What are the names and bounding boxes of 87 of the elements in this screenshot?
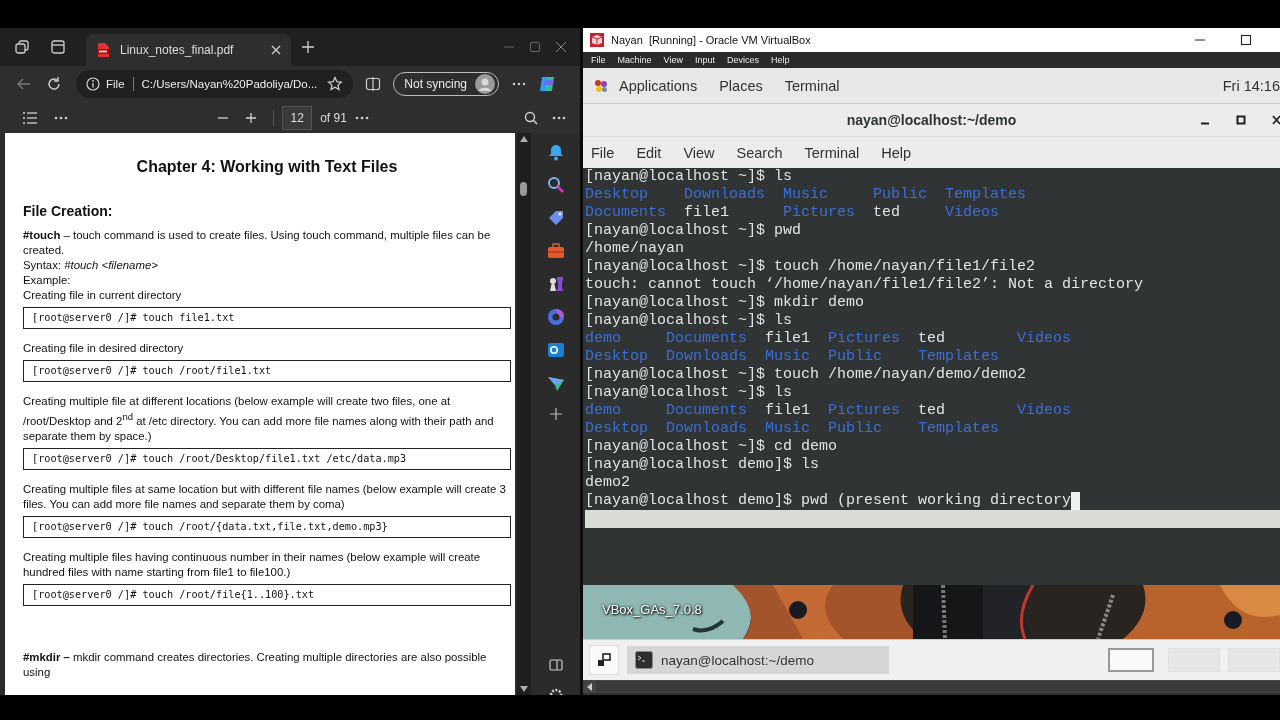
- folder-name: demo: [585, 330, 621, 347]
- section-heading: File Creation:: [23, 204, 114, 219]
- menu-item[interactable]: Help: [770, 55, 790, 65]
- terminal-line: [nayan@localhost ~]$ ls: [585, 312, 793, 330]
- folder-name: Public: [828, 420, 883, 437]
- address-field[interactable]: File C:/Users/Nayan%20Padoliya/Do...: [76, 70, 354, 98]
- folder-name: Music: [783, 186, 829, 203]
- folder-name: Documents: [666, 330, 747, 347]
- paragraph: #mkdir – mkdir command creates directories. Creating multiple directories are also possible using: [23, 649, 488, 680]
- terminal-line: [nayan@localhost demo]$ pwd (present working directory: [585, 492, 1072, 510]
- folder-name: Desktop: [585, 348, 648, 365]
- code-block: [root@server0 /]# touch file1.txt: [23, 307, 511, 329]
- menu-item[interactable]: Applications: [619, 77, 698, 94]
- terminal-line: [nayan@localhost ~]$ pwd: [585, 222, 802, 240]
- terminal-line: [nayan@localhost ~]$ touch /home/nayan/demo/demo2: [585, 366, 1027, 384]
- paragraph: Creating file in current directory: [23, 288, 183, 303]
- menu-item[interactable]: Devices: [726, 55, 759, 65]
- folder-name: Templates: [945, 186, 1027, 203]
- file-name: ted: [918, 402, 946, 419]
- folder-name: Documents: [666, 402, 747, 419]
- terminal-line: touch: cannot touch ‘/home/nayan/file1/file2’: Not a directory: [585, 276, 1144, 294]
- folder-name: Public: [873, 186, 928, 203]
- terminal-line: [nayan@localhost ~]$ mkdir demo: [585, 294, 865, 312]
- page-count: of 91: [320, 110, 347, 125]
- terminal-line: [nayan@localhost ~]$ ls: [585, 168, 793, 186]
- file-name: file1: [684, 204, 730, 221]
- paragraph: Creating multiple files at same location but with different file names (below example will create 3 files. You can add more file names and separate them by coma): [23, 481, 507, 512]
- folder-name: Videos: [945, 204, 1000, 221]
- file-name: ted: [918, 330, 946, 347]
- folder-name: Music: [765, 348, 811, 365]
- page-number-field[interactable]: 12: [282, 105, 313, 130]
- menu-item[interactable]: Terminal: [804, 144, 860, 161]
- paragraph: Syntax: #touch <filename>: [23, 258, 159, 273]
- folder-name: demo: [585, 402, 621, 419]
- folder-name: Videos: [1017, 402, 1072, 419]
- terminal-line: [nayan@localhost ~]$ ls: [585, 384, 793, 402]
- file-name: file1: [765, 330, 811, 347]
- folder-name: Pictures: [828, 330, 901, 347]
- code-block: [root@server0 /]# touch /root/{data.txt,file.txt,demo.mp3}: [23, 515, 511, 538]
- terminal-line: [nayan@localhost ~]$ touch /home/nayan/file1/file2: [585, 258, 1036, 276]
- folder-name: Downloads: [666, 420, 747, 437]
- folder-name: Desktop: [585, 420, 648, 437]
- folder-name: Downloads: [666, 348, 747, 365]
- scheme-label: File: [106, 78, 125, 90]
- menu-item[interactable]: File: [591, 144, 615, 161]
- paragraph: Creating multiple files having continuous number in their names (below example will create hundred files with name starting from file1 to file100.): [23, 549, 482, 580]
- folder-name: Downloads: [684, 186, 766, 203]
- folder-name: Templates: [918, 348, 1000, 365]
- file-name: ted: [873, 204, 901, 221]
- folder-name: Public: [828, 348, 883, 365]
- menu-item[interactable]: Terminal: [784, 77, 840, 94]
- paragraph: Creating file in desired directory: [23, 341, 185, 356]
- file-name: file1: [765, 402, 811, 419]
- terminal-line: demo2: [585, 474, 630, 492]
- clock[interactable]: Fri 14:16: [1222, 77, 1280, 94]
- folder-name: Templates: [918, 420, 1000, 437]
- window-title: Nayan [Running] - Oracle VM VirtualBox: [611, 34, 811, 46]
- chapter-heading: Chapter 4: Working with Text Files: [135, 159, 399, 174]
- code-block: [root@server0 /]# touch /root/file{1..100}.txt: [23, 583, 511, 606]
- terminal-line: /home/nayan: [585, 240, 685, 258]
- folder-name: Pictures: [828, 402, 901, 419]
- sync-button[interactable]: Not syncing: [393, 72, 499, 96]
- menu-item[interactable]: Input: [694, 55, 715, 65]
- paragraph: Example:: [23, 273, 72, 288]
- menu-item[interactable]: View: [683, 144, 715, 161]
- menu-item[interactable]: Machine: [617, 55, 652, 65]
- browser-tab[interactable]: Linux_notes_final.pdf: [86, 34, 291, 66]
- terminal-line: [nayan@localhost ~]$ cd demo: [585, 438, 838, 456]
- folder-name: Pictures: [783, 204, 856, 221]
- menu-item[interactable]: Places: [719, 77, 763, 94]
- taskbar-button[interactable]: nayan@localhost:~/demo: [627, 646, 889, 674]
- menu-item[interactable]: Search: [736, 144, 783, 161]
- paragraph: #touch – touch command is used to create files. Using touch command, multiple files can be created.: [23, 228, 492, 258]
- menu-item[interactable]: File: [591, 55, 606, 65]
- menu-item[interactable]: Edit: [636, 144, 662, 161]
- code-block: [root@server0 /]# touch /root/file1.txt: [23, 360, 511, 382]
- url-text: C:/Users/Nayan%20Padoliya/Do...: [141, 78, 318, 90]
- menu-item[interactable]: Help: [881, 144, 912, 161]
- paragraph: Creating multiple file at different locations (below example will create two files, one at /root/Desktop and 2$^{nd}$ at /etc directory. You can add more file names along with their path and separate them by space.): [23, 394, 495, 444]
- folder-name: Documents: [585, 204, 666, 221]
- folder-name: Music: [765, 420, 811, 437]
- terminal-line: [nayan@localhost demo]$ ls: [585, 456, 820, 474]
- code-block: [root@server0 /]# touch /root/Desktop/file1.txt /etc/data.mp3: [23, 447, 511, 470]
- folder-name: Videos: [1017, 330, 1072, 347]
- menu-item[interactable]: View: [663, 55, 683, 65]
- folder-name: Desktop: [585, 186, 648, 203]
- window-title: nayan@localhost:~/demo: [846, 112, 1017, 128]
